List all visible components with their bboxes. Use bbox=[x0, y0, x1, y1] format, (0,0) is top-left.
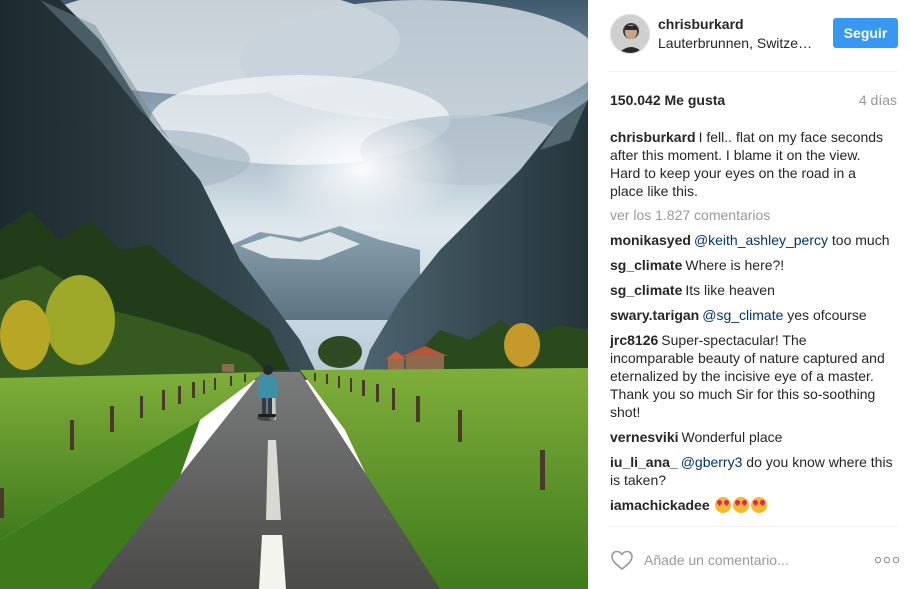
comment-item: swary.tarigan @sg_climate yes ofcourse bbox=[610, 306, 893, 324]
comment-item: iamachickadee bbox=[610, 496, 893, 514]
comment-item: sg_climate Its like heaven bbox=[610, 281, 893, 299]
heart-eyes-emoji-icon bbox=[750, 497, 767, 513]
likes-count[interactable]: 150.042 Me gusta bbox=[610, 92, 725, 108]
comment-item: vernesviki Wonderful place bbox=[610, 428, 893, 446]
post-stats: 150.042 Me gusta 4 días bbox=[610, 92, 897, 112]
comment-mention[interactable]: @sg_climate bbox=[702, 307, 783, 323]
heart-eyes-emoji-icon bbox=[732, 497, 749, 513]
comment-username[interactable]: sg_climate bbox=[610, 257, 682, 273]
heart-outline-icon[interactable] bbox=[610, 548, 634, 572]
post-details-panel: chrisburkard Lauterbrunnen, Switzerland … bbox=[588, 0, 911, 589]
comment-username[interactable]: iu_li_ana_ bbox=[610, 454, 678, 470]
divider bbox=[608, 526, 897, 527]
caption-username[interactable]: chrisburkard bbox=[610, 129, 696, 145]
comment-username[interactable]: jrc8126 bbox=[610, 332, 658, 348]
post-timestamp[interactable]: 4 días bbox=[859, 92, 897, 108]
comment-item: sg_climate Where is here?! bbox=[610, 256, 893, 274]
comment-username[interactable]: swary.tarigan bbox=[610, 307, 699, 323]
post-caption: chrisburkard I fell.. flat on my face sec… bbox=[610, 128, 893, 200]
avatar[interactable] bbox=[610, 14, 650, 54]
comment-item: jrc8126 Super-spectacular! The incomparab… bbox=[610, 331, 893, 421]
profile-photo-icon bbox=[611, 15, 649, 53]
instagram-post-modal: chrisburkard Lauterbrunnen, Switzerland … bbox=[0, 0, 911, 589]
comment-username[interactable]: vernesviki bbox=[610, 429, 679, 445]
ellipsis-icon[interactable] bbox=[874, 552, 900, 568]
comment-text: Wonderful place bbox=[681, 429, 783, 445]
heart-eyes-emoji-icon bbox=[714, 497, 731, 513]
post-photo[interactable] bbox=[0, 0, 588, 589]
comment-mention[interactable]: @gberry3 bbox=[681, 454, 743, 470]
view-all-comments-link[interactable]: ver los 1.827 comentarios bbox=[610, 206, 893, 224]
comment-text: Where is here?! bbox=[685, 257, 785, 273]
post-username[interactable]: chrisburkard bbox=[658, 16, 744, 32]
comment-username[interactable]: iamachickadee bbox=[610, 497, 710, 513]
comment-text: yes ofcourse bbox=[783, 307, 867, 323]
comment-item: monikasyed @keith_ashley_percy too much bbox=[610, 231, 893, 249]
follow-button[interactable]: Seguir bbox=[833, 18, 898, 48]
comments-list[interactable]: chrisburkard I fell.. flat on my face sec… bbox=[610, 128, 893, 526]
landscape-photo bbox=[0, 0, 588, 589]
comment-text: Its like heaven bbox=[685, 282, 775, 298]
comment-text: too much bbox=[828, 232, 890, 248]
comment-mention[interactable]: @keith_ashley_percy bbox=[694, 232, 828, 248]
divider bbox=[608, 71, 897, 72]
comment-item: iu_li_ana_ @gberry3 do you know where thi… bbox=[610, 453, 893, 489]
comment-username[interactable]: monikasyed bbox=[610, 232, 691, 248]
comment-input[interactable] bbox=[644, 548, 854, 572]
comment-username[interactable]: sg_climate bbox=[610, 282, 682, 298]
post-location[interactable]: Lauterbrunnen, Switzerland bbox=[658, 35, 813, 51]
comment-composer bbox=[608, 544, 900, 576]
post-header: chrisburkard Lauterbrunnen, Switzerland … bbox=[608, 14, 898, 58]
